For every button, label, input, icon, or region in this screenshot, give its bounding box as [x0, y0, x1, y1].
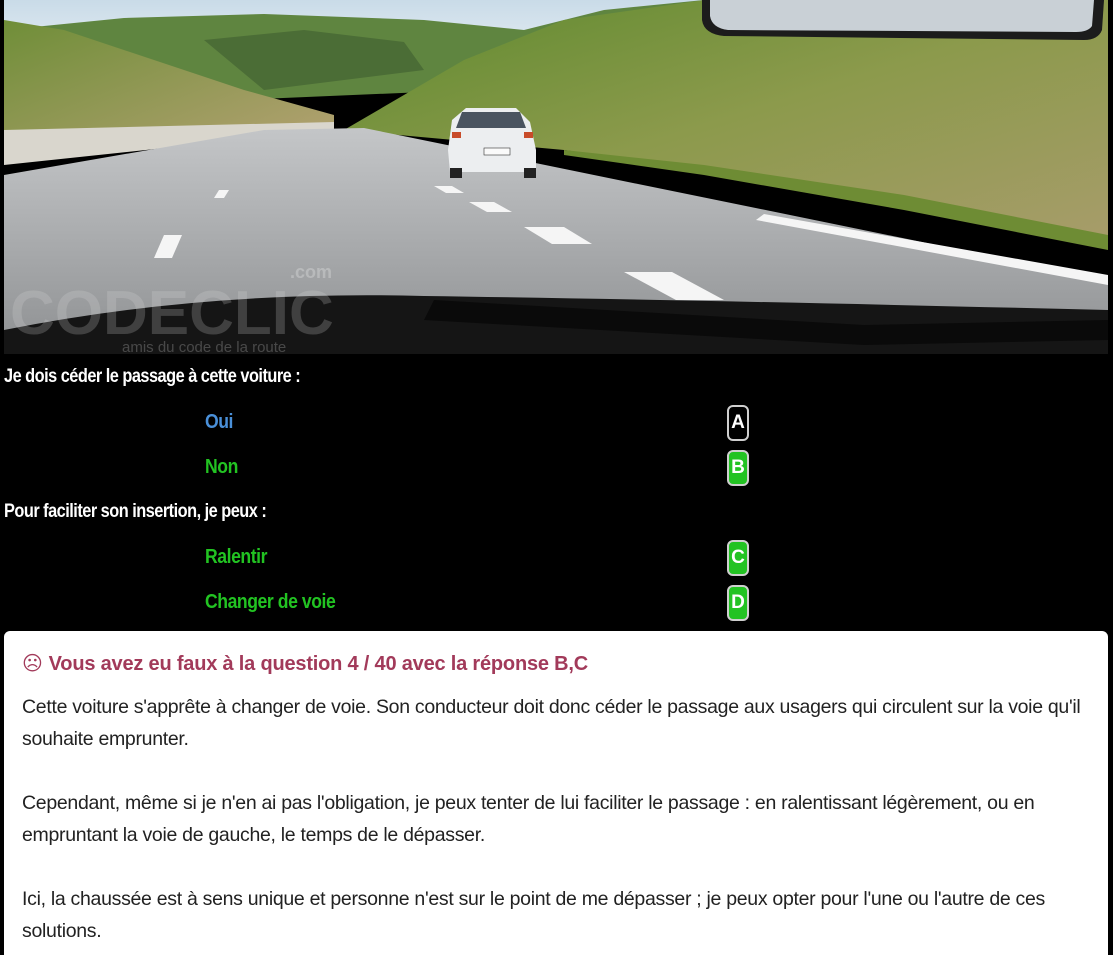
- feedback-title: Vous avez eu faux à la question 4 / 40 a…: [48, 653, 589, 675]
- answer-c-key-button[interactable]: C: [727, 540, 749, 576]
- feedback-title-row: ☹ Vous avez eu faux à la question 4 / 40 …: [22, 651, 1090, 677]
- feedback-paragraph-1: Cette voiture s'apprête à changer de voi…: [22, 696, 1081, 750]
- watermark-brand: CODECLIC: [10, 279, 334, 348]
- feedback-card: ☹ Vous avez eu faux à la question 4 / 40 …: [4, 631, 1108, 955]
- quiz-page: CODECLIC .com amis du code de la route J…: [0, 0, 1113, 955]
- answer-d-label[interactable]: Changer de voie: [205, 591, 336, 614]
- answer-b-label[interactable]: Non: [205, 456, 238, 479]
- answer-a-label[interactable]: Oui: [205, 411, 233, 434]
- sad-face-icon: ☹: [22, 653, 43, 675]
- feedback-paragraph-2: Cependant, même si je n'en ai pas l'obli…: [22, 792, 1035, 846]
- question-1-text: Je dois céder le passage à cette voiture…: [4, 366, 301, 387]
- feedback-paragraph-3: Ici, la chaussée est à sens unique et pe…: [22, 888, 1045, 942]
- question-2-text: Pour faciliter son insertion, je peux :: [4, 501, 267, 522]
- answer-b-key-button[interactable]: B: [727, 450, 749, 486]
- watermark-domain: .com: [290, 262, 332, 282]
- answer-a-key-button[interactable]: A: [727, 405, 749, 441]
- answer-c-label[interactable]: Ralentir: [205, 546, 267, 569]
- question-photo: CODECLIC .com amis du code de la route: [4, 0, 1108, 354]
- answer-d-key-button[interactable]: D: [727, 585, 749, 621]
- watermark-tagline: amis du code de la route: [122, 339, 286, 354]
